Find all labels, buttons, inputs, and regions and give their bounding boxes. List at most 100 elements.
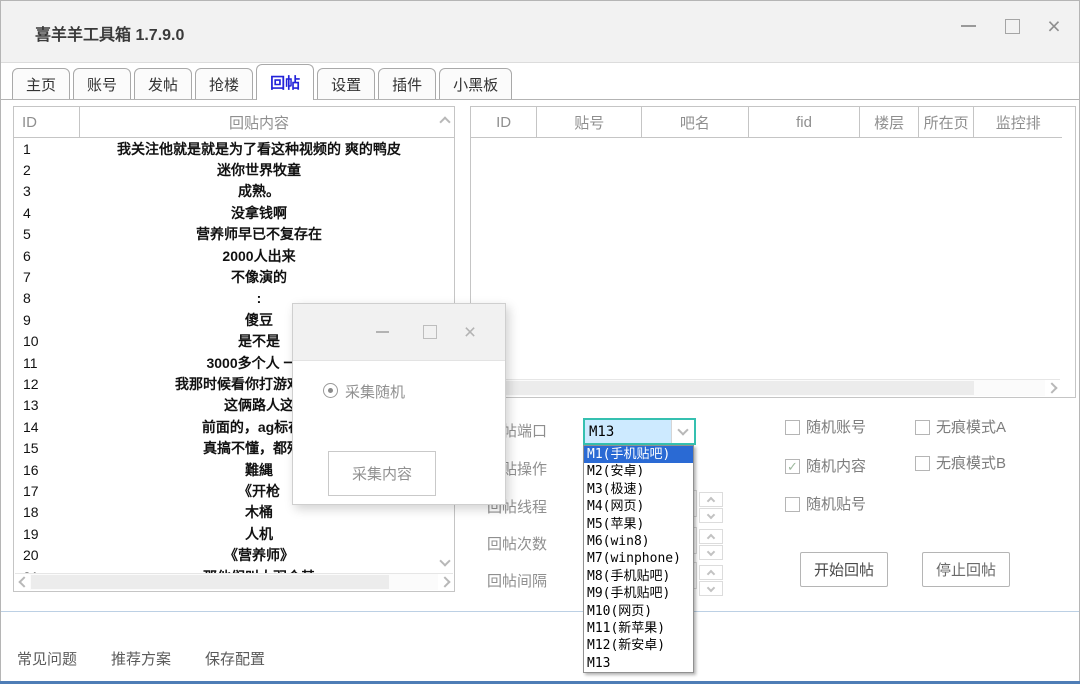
selected-port-value: M13 xyxy=(585,420,671,443)
table-row[interactable]: 1 我关注他就是就是为了看这种视频的 爽的鸭皮 xyxy=(14,138,454,159)
dialog-minimize-button[interactable] xyxy=(367,304,397,360)
monitor-horizontal-scrollbar[interactable] xyxy=(472,379,1060,396)
tab[interactable]: 设置 xyxy=(317,68,375,100)
dropdown-option[interactable]: M3(极速) xyxy=(584,481,693,498)
checkbox-label: 随机内容 xyxy=(806,459,866,475)
row-id: 4 xyxy=(14,205,80,221)
checkbox[interactable] xyxy=(785,497,800,512)
tab[interactable]: 抢楼 xyxy=(195,68,253,100)
close-icon: × xyxy=(464,322,476,343)
tab-label: 设置 xyxy=(331,74,361,95)
table-row[interactable]: 4 没拿钱啊 xyxy=(14,202,454,223)
checkbox[interactable] xyxy=(915,420,930,435)
table-row[interactable]: 3 成熟。 xyxy=(14,181,454,202)
table-row[interactable]: 19 人机 xyxy=(14,523,454,544)
tab-label: 小黑板 xyxy=(453,74,498,95)
dialog-close-button[interactable]: × xyxy=(455,304,485,360)
dialog-maximize-button[interactable] xyxy=(415,304,445,360)
checkbox-row[interactable]: 无痕模式B xyxy=(915,453,1006,489)
step-down-button[interactable] xyxy=(699,581,723,596)
row-id: 11 xyxy=(14,355,80,371)
dropdown-option[interactable]: M9(手机贴吧) xyxy=(584,585,693,602)
tab[interactable]: 主页 xyxy=(12,68,70,100)
row-id: 2 xyxy=(14,162,80,178)
dropdown-option[interactable]: M12(新安卓) xyxy=(584,637,693,654)
step-down-button[interactable] xyxy=(699,508,723,523)
checkbox-row[interactable]: 随机贴号 xyxy=(785,494,866,533)
footer-link[interactable]: 推荐方案 xyxy=(111,648,171,669)
option-label: M8(手机贴吧) xyxy=(587,569,670,584)
scroll-right-icon[interactable] xyxy=(438,574,453,590)
minimize-button[interactable] xyxy=(951,1,985,51)
reply-table-header: ID 回贴内容 xyxy=(14,107,454,138)
tab[interactable]: 小黑板 xyxy=(439,68,512,100)
collect-content-button[interactable]: 采集内容 xyxy=(328,451,436,496)
table-row[interactable]: 5 营养师早已不复存在 xyxy=(14,224,454,245)
scroll-right-icon[interactable] xyxy=(1045,380,1060,396)
checkbox-row[interactable]: 随机账号 xyxy=(785,417,866,456)
checkbox[interactable]: ✓ xyxy=(785,459,800,474)
row-id: 18 xyxy=(14,504,80,520)
checkbox-row[interactable]: ✓ 随机内容 xyxy=(785,456,866,495)
monitor-vertical-scrollbar[interactable] xyxy=(1062,107,1075,397)
scroll-up-icon[interactable] xyxy=(438,113,452,127)
footer-link[interactable]: 保存配置 xyxy=(205,648,265,669)
dropdown-option[interactable]: M2(安卓) xyxy=(584,463,693,480)
table-row[interactable]: 2 迷你世界牧童 xyxy=(14,159,454,180)
row-id: 17 xyxy=(14,483,80,499)
dropdown-button[interactable] xyxy=(671,420,694,443)
dropdown-option[interactable]: M8(手机贴吧) xyxy=(584,568,693,585)
dropdown-option[interactable]: M1(手机贴吧) xyxy=(584,446,693,463)
minimize-icon xyxy=(961,25,976,27)
app-window: { "window": { "title": "喜羊羊工具箱 1.7.9.0" … xyxy=(0,0,1080,684)
table-row[interactable]: 6 2000人出来 xyxy=(14,245,454,266)
row-content: 我关注他就是就是为了看这种视频的 爽的鸭皮 xyxy=(80,139,438,159)
dropdown-option[interactable]: M10(网页) xyxy=(584,603,693,620)
checkbox[interactable] xyxy=(915,456,930,471)
table-row[interactable]: 20 《营养师》 xyxy=(14,544,454,565)
scroll-down-icon[interactable] xyxy=(438,555,452,569)
dropdown-option[interactable]: M11(新苹果) xyxy=(584,620,693,637)
scrollbar-thumb[interactable] xyxy=(474,381,974,395)
dropdown-option[interactable]: M6(win8) xyxy=(584,533,693,550)
step-up-button[interactable] xyxy=(699,492,723,507)
tab-label: 抢楼 xyxy=(209,74,239,95)
footer-divider xyxy=(1,611,1079,612)
collect-random-radio[interactable] xyxy=(323,383,338,398)
checkbox-row[interactable]: 无痕模式A xyxy=(915,417,1006,453)
footer-link[interactable]: 常见问题 xyxy=(17,648,77,669)
chevron-down-icon xyxy=(707,547,715,555)
tab[interactable]: 插件 xyxy=(378,68,436,100)
table-row[interactable]: 7 不像演的 xyxy=(14,266,454,287)
dropdown-option[interactable]: M7(winphone) xyxy=(584,550,693,567)
dropdown-option[interactable]: M13 xyxy=(584,655,693,672)
step-down-button[interactable] xyxy=(699,545,723,560)
start-reply-button[interactable]: 开始回帖 xyxy=(800,552,888,587)
dropdown-option[interactable]: M4(网页) xyxy=(584,498,693,515)
scroll-left-icon[interactable] xyxy=(15,574,30,590)
option-label: M3(极速) xyxy=(587,482,644,497)
checkbox[interactable] xyxy=(785,420,800,435)
tab[interactable]: 发帖 xyxy=(134,68,192,100)
dropdown-option[interactable]: M5(苹果) xyxy=(584,516,693,533)
step-up-button[interactable] xyxy=(699,565,723,580)
maximize-button[interactable] xyxy=(995,1,1029,51)
row-id: 14 xyxy=(14,419,80,435)
step-up-button[interactable] xyxy=(699,529,723,544)
tab[interactable]: 回帖 xyxy=(256,64,314,100)
row-id: 15 xyxy=(14,440,80,456)
close-button[interactable]: × xyxy=(1037,1,1071,51)
reply-header-content: 回贴内容 xyxy=(80,107,438,137)
close-icon: × xyxy=(1047,15,1060,38)
option-label: M7(winphone) xyxy=(587,551,681,566)
reply-horizontal-scrollbar[interactable] xyxy=(15,573,453,590)
checkbox-label: 随机贴号 xyxy=(806,497,866,513)
reply-port-select[interactable]: M13 xyxy=(583,418,696,445)
row-id: 16 xyxy=(14,462,80,478)
scrollbar-thumb[interactable] xyxy=(31,575,389,589)
stop-reply-button[interactable]: 停止回帖 xyxy=(922,552,1010,587)
tab-label: 账号 xyxy=(87,74,117,95)
port-dropdown-list: M1(手机贴吧) M2(安卓) M3(极速) M4(网页) M5(苹果) M6(… xyxy=(583,445,694,673)
tab[interactable]: 账号 xyxy=(73,68,131,100)
label-reply-interval: 回帖间隔 xyxy=(487,570,547,591)
